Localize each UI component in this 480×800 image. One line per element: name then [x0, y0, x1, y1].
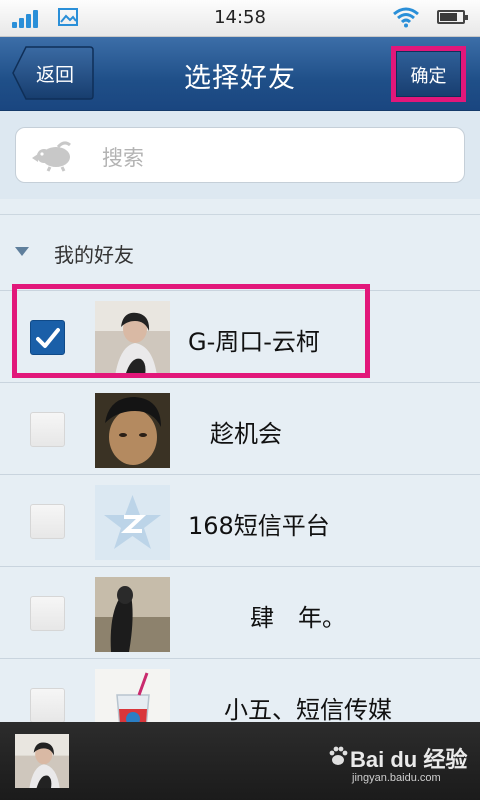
- friend-row[interactable]: 趁机会: [0, 382, 480, 474]
- confirm-button-label: 确定: [410, 66, 447, 87]
- friend-row[interactable]: 肆 年。: [0, 566, 480, 658]
- selected-avatar[interactable]: [15, 734, 69, 788]
- baidu-jingyan-watermark: Bai du 经验 jingyan.baidu.com: [328, 742, 468, 792]
- avatar: [95, 301, 170, 376]
- watermark-url: jingyan.baidu.com: [352, 772, 441, 784]
- friend-name: 小五、短信传媒: [224, 696, 392, 724]
- checkbox[interactable]: [30, 688, 65, 723]
- checkbox[interactable]: [30, 596, 65, 631]
- confirm-button[interactable]: 确定: [396, 51, 461, 97]
- friend-name: 趁机会: [210, 420, 282, 448]
- friend-name: 肆 年。: [250, 604, 346, 632]
- watermark-text: Bai du 经验: [350, 747, 468, 772]
- friend-row[interactable]: G-周口-云柯: [0, 284, 480, 382]
- wifi-icon: [393, 7, 419, 28]
- title-bar: 返回 选择好友 确定: [0, 37, 480, 111]
- checkmark-icon: [36, 328, 60, 348]
- friend-name: 168短信平台: [188, 512, 330, 540]
- group-label: 我的好友: [54, 243, 134, 267]
- friend-name: G-周口-云柯: [188, 328, 320, 356]
- friend-row[interactable]: 168短信平台: [0, 474, 480, 566]
- triangle-down-icon: [15, 247, 29, 256]
- battery-icon: [437, 10, 468, 24]
- search-area: 搜索: [0, 111, 480, 199]
- search-input[interactable]: 搜索: [15, 127, 465, 183]
- checkbox[interactable]: [30, 412, 65, 447]
- checkbox-checked[interactable]: [30, 320, 65, 355]
- friend-list: G-周口-云柯 趁机会 168短信平台 肆 年。 小五、短信传媒: [0, 284, 480, 750]
- status-bar: 14:58: [0, 0, 480, 37]
- selected-friends-bar: Bai du 经验 jingyan.baidu.com: [0, 722, 480, 800]
- checkbox[interactable]: [30, 504, 65, 539]
- avatar: [95, 393, 170, 468]
- avatar: [95, 577, 170, 652]
- avatar: [95, 485, 170, 560]
- paw-icon: [329, 746, 348, 765]
- group-header-my-friends[interactable]: 我的好友: [0, 215, 480, 290]
- search-icon: [32, 141, 71, 172]
- search-placeholder: 搜索: [102, 146, 144, 170]
